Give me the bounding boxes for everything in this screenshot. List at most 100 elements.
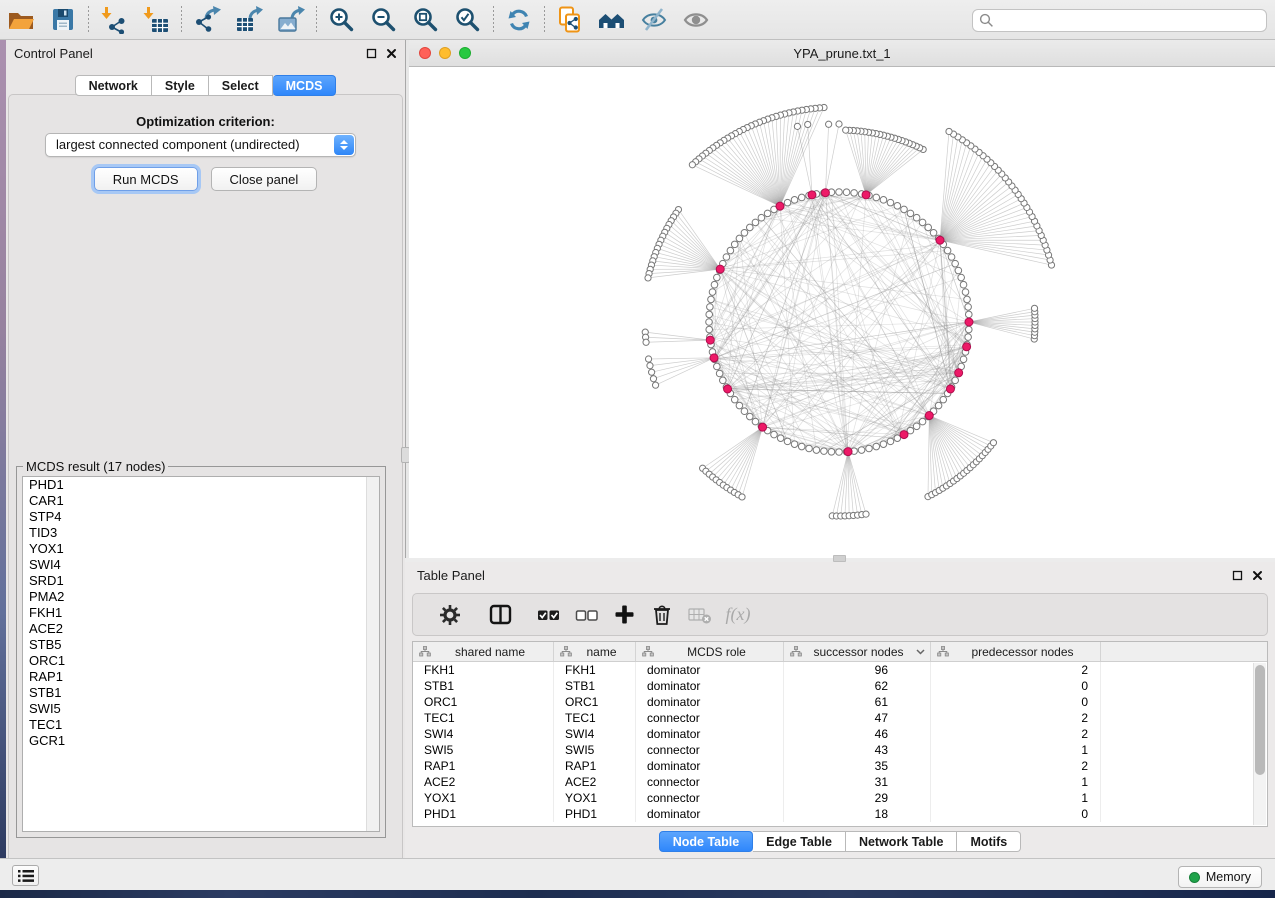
mcds-result-item[interactable]: TEC1 bbox=[23, 717, 379, 733]
cell-mcds-role[interactable]: dominator bbox=[636, 726, 784, 742]
mcds-result-item[interactable]: TID3 bbox=[23, 525, 379, 541]
cell-shared-name[interactable]: ORC1 bbox=[413, 694, 554, 710]
tab-select[interactable]: Select bbox=[209, 75, 273, 96]
mcds-result-item[interactable]: YOX1 bbox=[23, 541, 379, 557]
cell-mcds-role[interactable]: connector bbox=[636, 790, 784, 806]
tab-motifs[interactable]: Motifs bbox=[957, 831, 1021, 852]
table-row[interactable]: RAP1RAP1dominator352 bbox=[413, 758, 1267, 774]
tab-node-table[interactable]: Node Table bbox=[659, 831, 753, 852]
save-session-button[interactable] bbox=[42, 2, 84, 38]
cell-shared-name[interactable]: SWI5 bbox=[413, 742, 554, 758]
float-window-icon[interactable] bbox=[366, 48, 377, 59]
cell-mcds-role[interactable]: connector bbox=[636, 742, 784, 758]
cell-predecessor-nodes[interactable]: 0 bbox=[931, 678, 1101, 694]
mcds-result-item[interactable]: CAR1 bbox=[23, 493, 379, 509]
zoom-fit-button[interactable] bbox=[405, 2, 447, 38]
hide-selected-button[interactable] bbox=[633, 2, 675, 38]
column-header-successor-nodes[interactable]: successor nodes bbox=[784, 642, 931, 661]
cell-predecessor-nodes[interactable]: 1 bbox=[931, 742, 1101, 758]
table-row[interactable]: SWI5SWI5connector431 bbox=[413, 742, 1267, 758]
create-column-button[interactable] bbox=[605, 597, 643, 633]
export-network-button[interactable] bbox=[186, 2, 228, 38]
mcds-result-item[interactable]: ORC1 bbox=[23, 653, 379, 669]
cell-mcds-role[interactable]: connector bbox=[636, 774, 784, 790]
cell-shared-name[interactable]: PHD1 bbox=[413, 806, 554, 822]
cell-shared-name[interactable]: YOX1 bbox=[413, 790, 554, 806]
mcds-result-item[interactable]: RAP1 bbox=[23, 669, 379, 685]
cell-name[interactable]: PHD1 bbox=[554, 806, 636, 822]
cell-mcds-role[interactable]: dominator bbox=[636, 678, 784, 694]
select-all-button[interactable] bbox=[529, 597, 567, 633]
mcds-result-item[interactable]: ACE2 bbox=[23, 621, 379, 637]
tab-network-table[interactable]: Network Table bbox=[846, 831, 958, 852]
cell-predecessor-nodes[interactable]: 2 bbox=[931, 726, 1101, 742]
cell-mcds-role[interactable]: dominator bbox=[636, 662, 784, 678]
table-row[interactable]: SWI4SWI4dominator462 bbox=[413, 726, 1267, 742]
cell-shared-name[interactable]: RAP1 bbox=[413, 758, 554, 774]
tab-edge-table[interactable]: Edge Table bbox=[753, 831, 846, 852]
mcds-result-item[interactable]: SWI5 bbox=[23, 701, 379, 717]
cell-shared-name[interactable]: STB1 bbox=[413, 678, 554, 694]
home-button[interactable] bbox=[591, 2, 633, 38]
cell-successor-nodes[interactable]: 47 bbox=[784, 710, 931, 726]
cell-name[interactable]: SWI5 bbox=[554, 742, 636, 758]
close-icon[interactable] bbox=[1252, 570, 1263, 581]
scrollbar-thumb[interactable] bbox=[1255, 665, 1265, 775]
cell-name[interactable]: FKH1 bbox=[554, 662, 636, 678]
refresh-button[interactable] bbox=[498, 2, 540, 38]
show-all-button[interactable] bbox=[675, 2, 717, 38]
network-from-clipboard-button[interactable] bbox=[549, 2, 591, 38]
export-image-button[interactable] bbox=[270, 2, 312, 38]
table-row[interactable]: FKH1FKH1dominator962 bbox=[413, 662, 1267, 678]
cell-successor-nodes[interactable]: 18 bbox=[784, 806, 931, 822]
mcds-result-item[interactable]: STP4 bbox=[23, 509, 379, 525]
list-scrollbar[interactable] bbox=[366, 477, 379, 831]
table-row[interactable]: YOX1YOX1connector291 bbox=[413, 790, 1267, 806]
network-canvas[interactable] bbox=[409, 67, 1275, 558]
import-table-button[interactable] bbox=[135, 2, 177, 38]
delete-column-button[interactable] bbox=[643, 597, 681, 633]
mcds-result-item[interactable]: STB5 bbox=[23, 637, 379, 653]
open-session-button[interactable] bbox=[0, 2, 42, 38]
memory-button[interactable]: Memory bbox=[1178, 866, 1262, 888]
cell-successor-nodes[interactable]: 96 bbox=[784, 662, 931, 678]
table-row[interactable]: PHD1PHD1dominator180 bbox=[413, 806, 1267, 822]
column-header-shared-name[interactable]: shared name bbox=[413, 642, 554, 661]
table-scrollbar[interactable] bbox=[1253, 663, 1266, 825]
cell-mcds-role[interactable]: connector bbox=[636, 710, 784, 726]
float-window-icon[interactable] bbox=[1232, 570, 1243, 581]
cell-predecessor-nodes[interactable]: 1 bbox=[931, 790, 1101, 806]
deselect-all-button[interactable] bbox=[567, 597, 605, 633]
cell-predecessor-nodes[interactable]: 2 bbox=[931, 710, 1101, 726]
cell-predecessor-nodes[interactable]: 2 bbox=[931, 758, 1101, 774]
tab-network[interactable]: Network bbox=[75, 75, 152, 96]
mcds-result-item[interactable]: SWI4 bbox=[23, 557, 379, 573]
mcds-result-item[interactable]: GCR1 bbox=[23, 733, 379, 749]
cell-mcds-role[interactable]: dominator bbox=[636, 694, 784, 710]
mcds-result-item[interactable]: PMA2 bbox=[23, 589, 379, 605]
cell-predecessor-nodes[interactable]: 0 bbox=[931, 806, 1101, 822]
search-box[interactable] bbox=[972, 9, 1267, 32]
export-table-button[interactable] bbox=[228, 2, 270, 38]
zoom-selected-button[interactable] bbox=[447, 2, 489, 38]
cell-predecessor-nodes[interactable]: 0 bbox=[931, 694, 1101, 710]
close-icon[interactable] bbox=[386, 48, 397, 59]
cell-predecessor-nodes[interactable]: 2 bbox=[931, 662, 1101, 678]
run-mcds-button[interactable]: Run MCDS bbox=[94, 167, 198, 191]
close-panel-button[interactable]: Close panel bbox=[211, 167, 318, 191]
cell-successor-nodes[interactable]: 29 bbox=[784, 790, 931, 806]
cell-name[interactable]: ORC1 bbox=[554, 694, 636, 710]
mcds-result-item[interactable]: STB1 bbox=[23, 685, 379, 701]
mcds-result-list[interactable]: PHD1CAR1STP4TID3YOX1SWI4SRD1PMA2FKH1ACE2… bbox=[22, 476, 380, 832]
cell-name[interactable]: RAP1 bbox=[554, 758, 636, 774]
cell-successor-nodes[interactable]: 35 bbox=[784, 758, 931, 774]
delete-table-button[interactable] bbox=[681, 597, 719, 633]
table-row[interactable]: STB1STB1dominator620 bbox=[413, 678, 1267, 694]
search-input[interactable] bbox=[998, 14, 1260, 28]
import-network-button[interactable] bbox=[93, 2, 135, 38]
mcds-result-item[interactable]: SRD1 bbox=[23, 573, 379, 589]
tab-mcds[interactable]: MCDS bbox=[273, 75, 337, 96]
cell-mcds-role[interactable]: dominator bbox=[636, 758, 784, 774]
table-settings-button[interactable] bbox=[431, 597, 469, 633]
column-header-predecessor-nodes[interactable]: predecessor nodes bbox=[931, 642, 1101, 661]
